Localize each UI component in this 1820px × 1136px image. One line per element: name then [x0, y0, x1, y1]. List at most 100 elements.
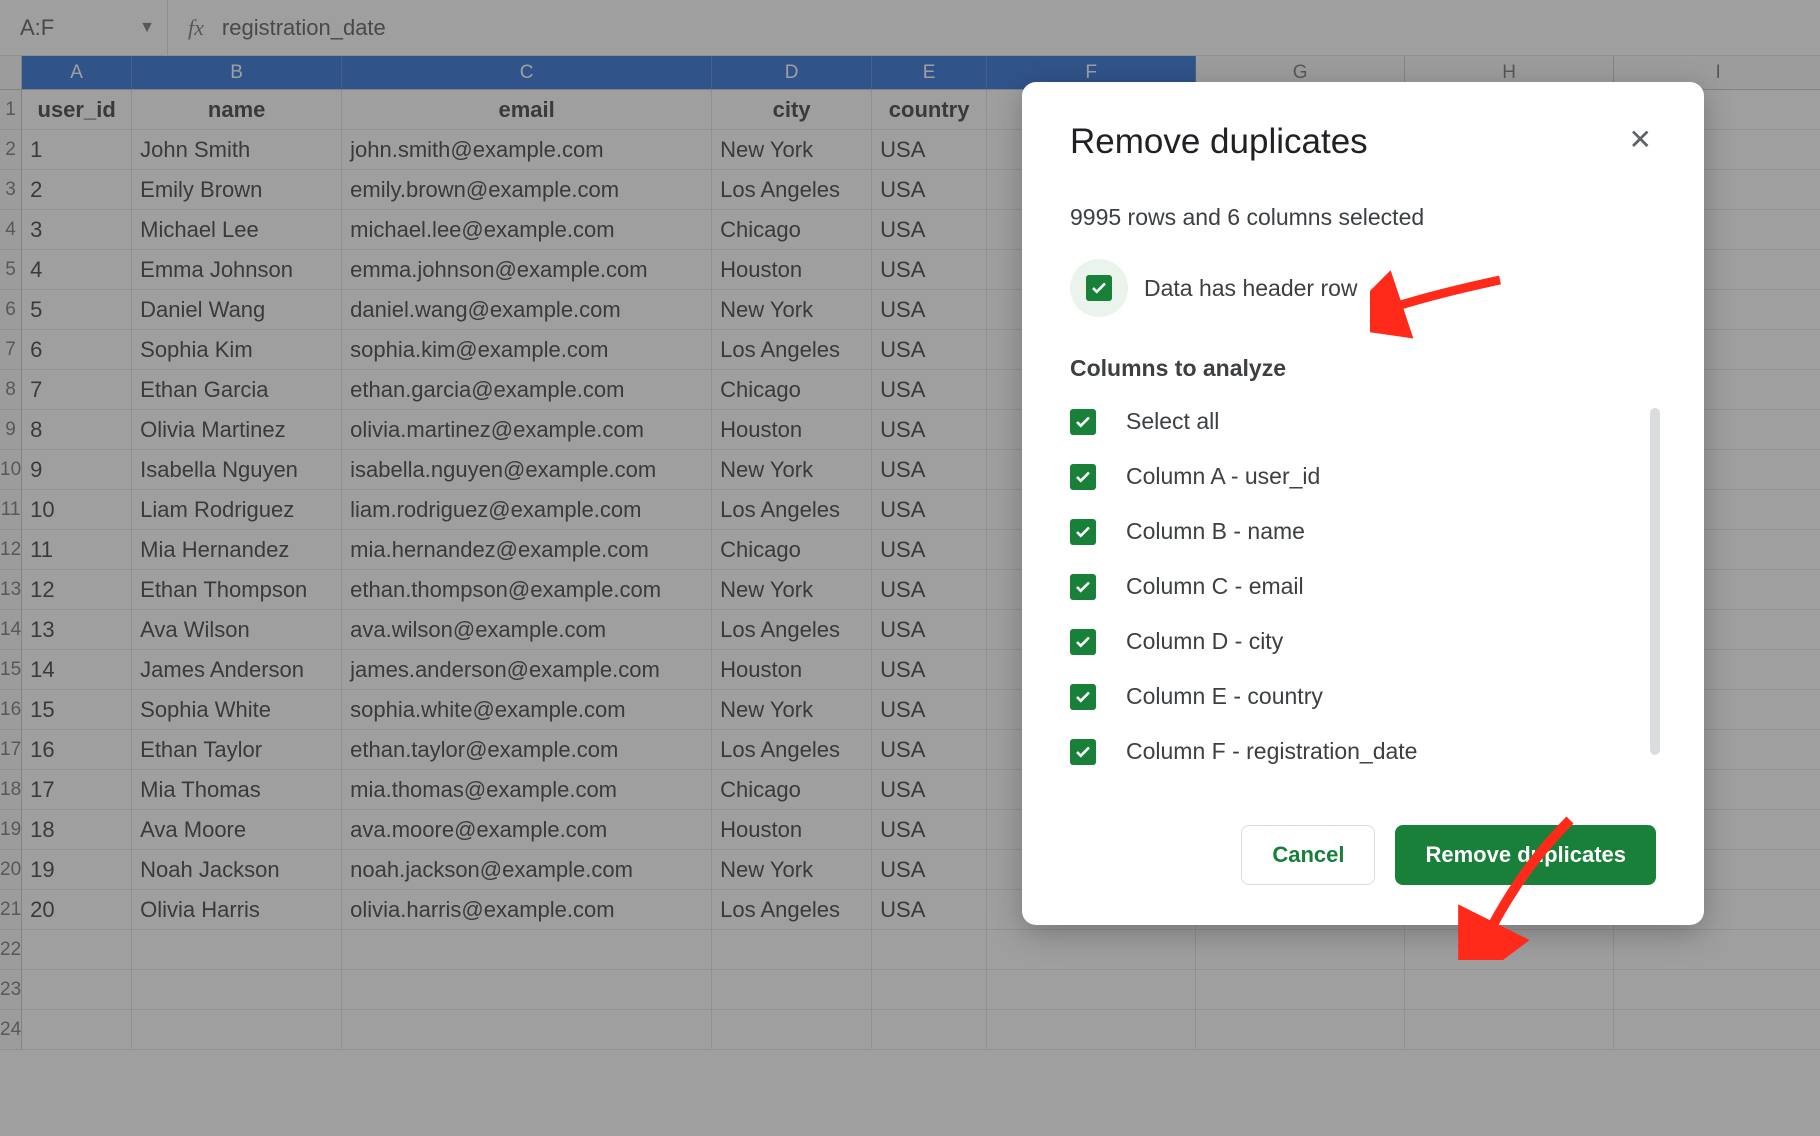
cell[interactable]: Ava Wilson: [132, 610, 342, 650]
cell[interactable]: ethan.thompson@example.com: [342, 570, 712, 610]
cell[interactable]: ethan.garcia@example.com: [342, 370, 712, 410]
name-box[interactable]: A:F ▼: [8, 0, 168, 55]
cancel-button[interactable]: Cancel: [1241, 825, 1375, 885]
cell[interactable]: 18: [22, 810, 132, 850]
cell[interactable]: 15: [22, 690, 132, 730]
cell[interactable]: Ethan Thompson: [132, 570, 342, 610]
cell[interactable]: Houston: [712, 810, 872, 850]
cell[interactable]: [342, 1010, 712, 1050]
cell[interactable]: 4: [22, 250, 132, 290]
cell[interactable]: [872, 970, 987, 1010]
column-analyze-option[interactable]: Column C - email: [1070, 573, 1656, 600]
cell[interactable]: isabella.nguyen@example.com: [342, 450, 712, 490]
select-all-corner[interactable]: [0, 56, 22, 90]
cell[interactable]: New York: [712, 690, 872, 730]
cell[interactable]: country: [872, 90, 987, 130]
cell[interactable]: Daniel Wang: [132, 290, 342, 330]
cell[interactable]: mia.hernandez@example.com: [342, 530, 712, 570]
cell[interactable]: 19: [22, 850, 132, 890]
column-analyze-option[interactable]: Column D - city: [1070, 628, 1656, 655]
cell[interactable]: mia.thomas@example.com: [342, 770, 712, 810]
cell[interactable]: email: [342, 90, 712, 130]
cell[interactable]: USA: [872, 130, 987, 170]
cell[interactable]: Liam Rodriguez: [132, 490, 342, 530]
cell[interactable]: 6: [22, 330, 132, 370]
row-header[interactable]: 17: [0, 730, 22, 770]
cell[interactable]: Chicago: [712, 210, 872, 250]
column-header[interactable]: A: [22, 56, 132, 90]
cell[interactable]: USA: [872, 450, 987, 490]
cell[interactable]: user_id: [22, 90, 132, 130]
scrollbar[interactable]: [1650, 408, 1660, 755]
cell[interactable]: james.anderson@example.com: [342, 650, 712, 690]
cell[interactable]: [1196, 1010, 1405, 1050]
cell[interactable]: Olivia Martinez: [132, 410, 342, 450]
close-icon[interactable]: ✕: [1625, 122, 1656, 158]
cell[interactable]: [1614, 930, 1820, 970]
cell[interactable]: Los Angeles: [712, 730, 872, 770]
cell[interactable]: Los Angeles: [712, 890, 872, 930]
cell[interactable]: New York: [712, 130, 872, 170]
cell[interactable]: USA: [872, 330, 987, 370]
cell[interactable]: 12: [22, 570, 132, 610]
column-analyze-option[interactable]: Column E - country: [1070, 683, 1656, 710]
cell[interactable]: [712, 1010, 872, 1050]
row-header[interactable]: 14: [0, 610, 22, 650]
cell[interactable]: USA: [872, 170, 987, 210]
cell[interactable]: Sophia Kim: [132, 330, 342, 370]
cell[interactable]: Emily Brown: [132, 170, 342, 210]
cell[interactable]: USA: [872, 530, 987, 570]
cell[interactable]: Olivia Harris: [132, 890, 342, 930]
cell[interactable]: city: [712, 90, 872, 130]
cell[interactable]: Chicago: [712, 530, 872, 570]
cell[interactable]: USA: [872, 290, 987, 330]
column-header[interactable]: B: [132, 56, 342, 90]
cell[interactable]: 7: [22, 370, 132, 410]
cell[interactable]: Chicago: [712, 370, 872, 410]
cell[interactable]: Michael Lee: [132, 210, 342, 250]
cell[interactable]: Chicago: [712, 770, 872, 810]
row-header[interactable]: 19: [0, 810, 22, 850]
cell[interactable]: olivia.martinez@example.com: [342, 410, 712, 450]
cell[interactable]: [1405, 970, 1614, 1010]
cell[interactable]: michael.lee@example.com: [342, 210, 712, 250]
cell[interactable]: USA: [872, 490, 987, 530]
row-header[interactable]: 9: [0, 410, 22, 450]
row-header[interactable]: 8: [0, 370, 22, 410]
cell[interactable]: USA: [872, 810, 987, 850]
cell[interactable]: Sophia White: [132, 690, 342, 730]
column-header[interactable]: E: [872, 56, 987, 90]
cell[interactable]: New York: [712, 290, 872, 330]
cell[interactable]: USA: [872, 690, 987, 730]
cell[interactable]: USA: [872, 890, 987, 930]
cell[interactable]: New York: [712, 450, 872, 490]
cell[interactable]: USA: [872, 250, 987, 290]
cell[interactable]: USA: [872, 610, 987, 650]
cell[interactable]: USA: [872, 850, 987, 890]
row-header[interactable]: 2: [0, 130, 22, 170]
cell[interactable]: 20: [22, 890, 132, 930]
cell[interactable]: USA: [872, 370, 987, 410]
confirm-button[interactable]: Remove duplicates: [1395, 825, 1656, 885]
cell[interactable]: USA: [872, 770, 987, 810]
row-header[interactable]: 18: [0, 770, 22, 810]
cell[interactable]: Mia Hernandez: [132, 530, 342, 570]
cell[interactable]: sophia.white@example.com: [342, 690, 712, 730]
cell[interactable]: ethan.taylor@example.com: [342, 730, 712, 770]
cell[interactable]: emma.johnson@example.com: [342, 250, 712, 290]
cell[interactable]: USA: [872, 730, 987, 770]
cell[interactable]: 10: [22, 490, 132, 530]
cell[interactable]: [872, 1010, 987, 1050]
cell[interactable]: [987, 970, 1196, 1010]
cell[interactable]: Mia Thomas: [132, 770, 342, 810]
cell[interactable]: sophia.kim@example.com: [342, 330, 712, 370]
row-header[interactable]: 21: [0, 890, 22, 930]
cell[interactable]: USA: [872, 210, 987, 250]
cell[interactable]: Isabella Nguyen: [132, 450, 342, 490]
formula-input[interactable]: registration_date: [222, 15, 386, 41]
cell[interactable]: ava.moore@example.com: [342, 810, 712, 850]
cell[interactable]: 13: [22, 610, 132, 650]
cell[interactable]: Ethan Taylor: [132, 730, 342, 770]
cell[interactable]: [987, 930, 1196, 970]
cell[interactable]: John Smith: [132, 130, 342, 170]
